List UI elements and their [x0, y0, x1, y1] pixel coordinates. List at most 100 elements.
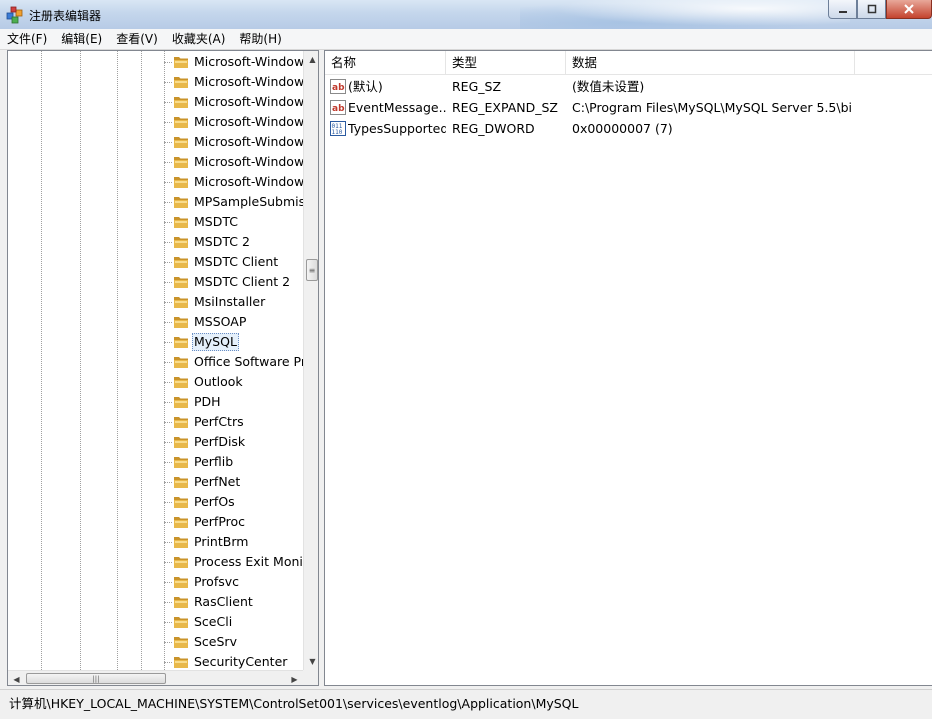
column-header-type[interactable]: 类型	[446, 51, 566, 74]
folder-icon	[174, 77, 188, 88]
tree-horizontal-scrollbar[interactable]: ◀ ||| ▶	[8, 670, 303, 685]
value-type: REG_DWORD	[452, 121, 535, 136]
tree-node-label: Microsoft-Windows	[194, 134, 303, 149]
minimize-icon	[838, 11, 847, 13]
folder-icon	[174, 417, 188, 428]
minimize-button[interactable]	[828, 0, 857, 19]
tree-connector	[164, 662, 172, 663]
menu-help[interactable]: 帮助(H)	[232, 29, 288, 49]
value-row[interactable]: ab (默认) REG_SZ (数值未设置)	[325, 76, 932, 97]
tree-connector	[164, 522, 172, 523]
scrollbar-corner	[303, 670, 318, 685]
tree-connector	[164, 142, 172, 143]
menu-edit[interactable]: 编辑(E)	[54, 29, 109, 49]
registry-editor-icon	[6, 6, 23, 24]
folder-icon	[174, 597, 188, 608]
tree-node-label: MySQL	[192, 333, 239, 351]
folder-icon	[174, 237, 188, 248]
tree-vertical-scroll-thumb[interactable]: ≡	[306, 259, 318, 281]
menu-view[interactable]: 查看(V)	[109, 29, 165, 49]
tree-connector	[164, 422, 172, 423]
folder-icon	[174, 317, 188, 328]
tree-connector	[164, 102, 172, 103]
value-name: (默认)	[348, 79, 383, 94]
close-button[interactable]	[886, 0, 932, 19]
tree-connector	[164, 182, 172, 183]
tree-vertical-scrollbar[interactable]: ▲ ≡ ▼	[303, 51, 318, 670]
tree-guide-line	[41, 51, 42, 670]
tree-connector	[164, 122, 172, 123]
scroll-left-arrow-icon[interactable]: ◀	[8, 671, 25, 685]
status-bar: 计算机\HKEY_LOCAL_MACHINE\SYSTEM\ControlSet…	[0, 689, 932, 719]
folder-icon	[174, 197, 188, 208]
registry-tree[interactable]: Microsoft-Windows Microsoft-Windows Micros…	[7, 50, 319, 686]
current-key-path: 计算机\HKEY_LOCAL_MACHINE\SYSTEM\ControlSet…	[9, 696, 579, 711]
tree-connector	[164, 382, 172, 383]
maximize-button[interactable]	[857, 0, 886, 19]
tree-node-label: MSSOAP	[194, 314, 247, 329]
folder-icon	[174, 537, 188, 548]
tree-horizontal-scroll-thumb[interactable]: |||	[26, 673, 166, 684]
tree-node-label: PerfProc	[194, 514, 246, 529]
tree-connector	[164, 342, 172, 343]
tree-node-label: Microsoft-Windows	[194, 154, 303, 169]
folder-icon	[174, 157, 188, 168]
folder-icon	[174, 557, 188, 568]
maximize-icon	[867, 4, 876, 14]
tree-connector	[164, 222, 172, 223]
tree-connector	[164, 502, 172, 503]
value-row[interactable]: 011 110 TypesSupported REG_DWORD 0x00000…	[325, 118, 932, 139]
tree-connector	[164, 282, 172, 283]
close-icon	[904, 4, 914, 14]
tree-guide-line	[80, 51, 81, 670]
tree-node-label: Process Exit Monito	[194, 554, 303, 569]
value-type: REG_SZ	[452, 79, 502, 94]
folder-icon	[174, 637, 188, 648]
tree-node-label: PrintBrm	[194, 534, 249, 549]
folder-icon	[174, 357, 188, 368]
tree-node-label: Microsoft-Windows	[194, 74, 303, 89]
tree-connector	[164, 402, 172, 403]
tree-node-label: MSDTC Client	[194, 254, 279, 269]
folder-icon	[174, 137, 188, 148]
tree-node-label: PerfOs	[194, 494, 235, 509]
value-row[interactable]: ab EventMessage... REG_EXPAND_SZ C:\Prog…	[325, 97, 932, 118]
column-header-data[interactable]: 数据	[566, 51, 855, 74]
folder-icon	[174, 57, 188, 68]
folder-icon	[174, 117, 188, 128]
tree-connector	[164, 582, 172, 583]
menu-bar: 文件(F) 编辑(E) 查看(V) 收藏夹(A) 帮助(H)	[0, 29, 932, 50]
tree-node-label: Microsoft-Windows	[194, 94, 303, 109]
menu-file[interactable]: 文件(F)	[0, 29, 54, 49]
list-header: 名称 类型 数据	[325, 51, 932, 75]
tree-connector	[164, 642, 172, 643]
tree-node-label: Microsoft-Windows	[194, 114, 303, 129]
tree-connector	[164, 82, 172, 83]
menu-favorites[interactable]: 收藏夹(A)	[165, 29, 233, 49]
title-bar[interactable]: 注册表编辑器	[0, 0, 932, 30]
folder-icon	[174, 377, 188, 388]
tree-node-label: Profsvc	[194, 574, 240, 589]
tree-node-label: MSDTC 2	[194, 234, 250, 249]
folder-icon	[174, 277, 188, 288]
tree-guide-line	[141, 51, 142, 670]
tree-connector	[164, 602, 172, 603]
tree-connector	[164, 482, 172, 483]
tree-node-label: Perflib	[194, 454, 234, 469]
tree-connector	[164, 162, 172, 163]
value-data: 0x00000007 (7)	[572, 121, 673, 136]
tree-node-label: SecurityCenter	[194, 654, 288, 669]
tree-node-label: MSDTC	[194, 214, 238, 229]
tree-node-label: PerfNet	[194, 474, 241, 489]
column-header-name[interactable]: 名称	[325, 51, 446, 74]
scroll-down-arrow-icon[interactable]: ▼	[304, 653, 318, 670]
scroll-up-arrow-icon[interactable]: ▲	[304, 51, 318, 68]
values-list[interactable]: 名称 类型 数据 ab (默认) REG_SZ (数值未设置) ab Event…	[324, 50, 932, 686]
tree-node-label: PDH	[194, 394, 221, 409]
folder-icon	[174, 497, 188, 508]
tree-node-label: MPSampleSubmissi	[194, 194, 303, 209]
window-controls	[828, 0, 932, 20]
svg-text:110: 110	[332, 129, 343, 136]
tree-node-label: MsiInstaller	[194, 294, 266, 309]
scroll-right-arrow-icon[interactable]: ▶	[286, 671, 303, 685]
